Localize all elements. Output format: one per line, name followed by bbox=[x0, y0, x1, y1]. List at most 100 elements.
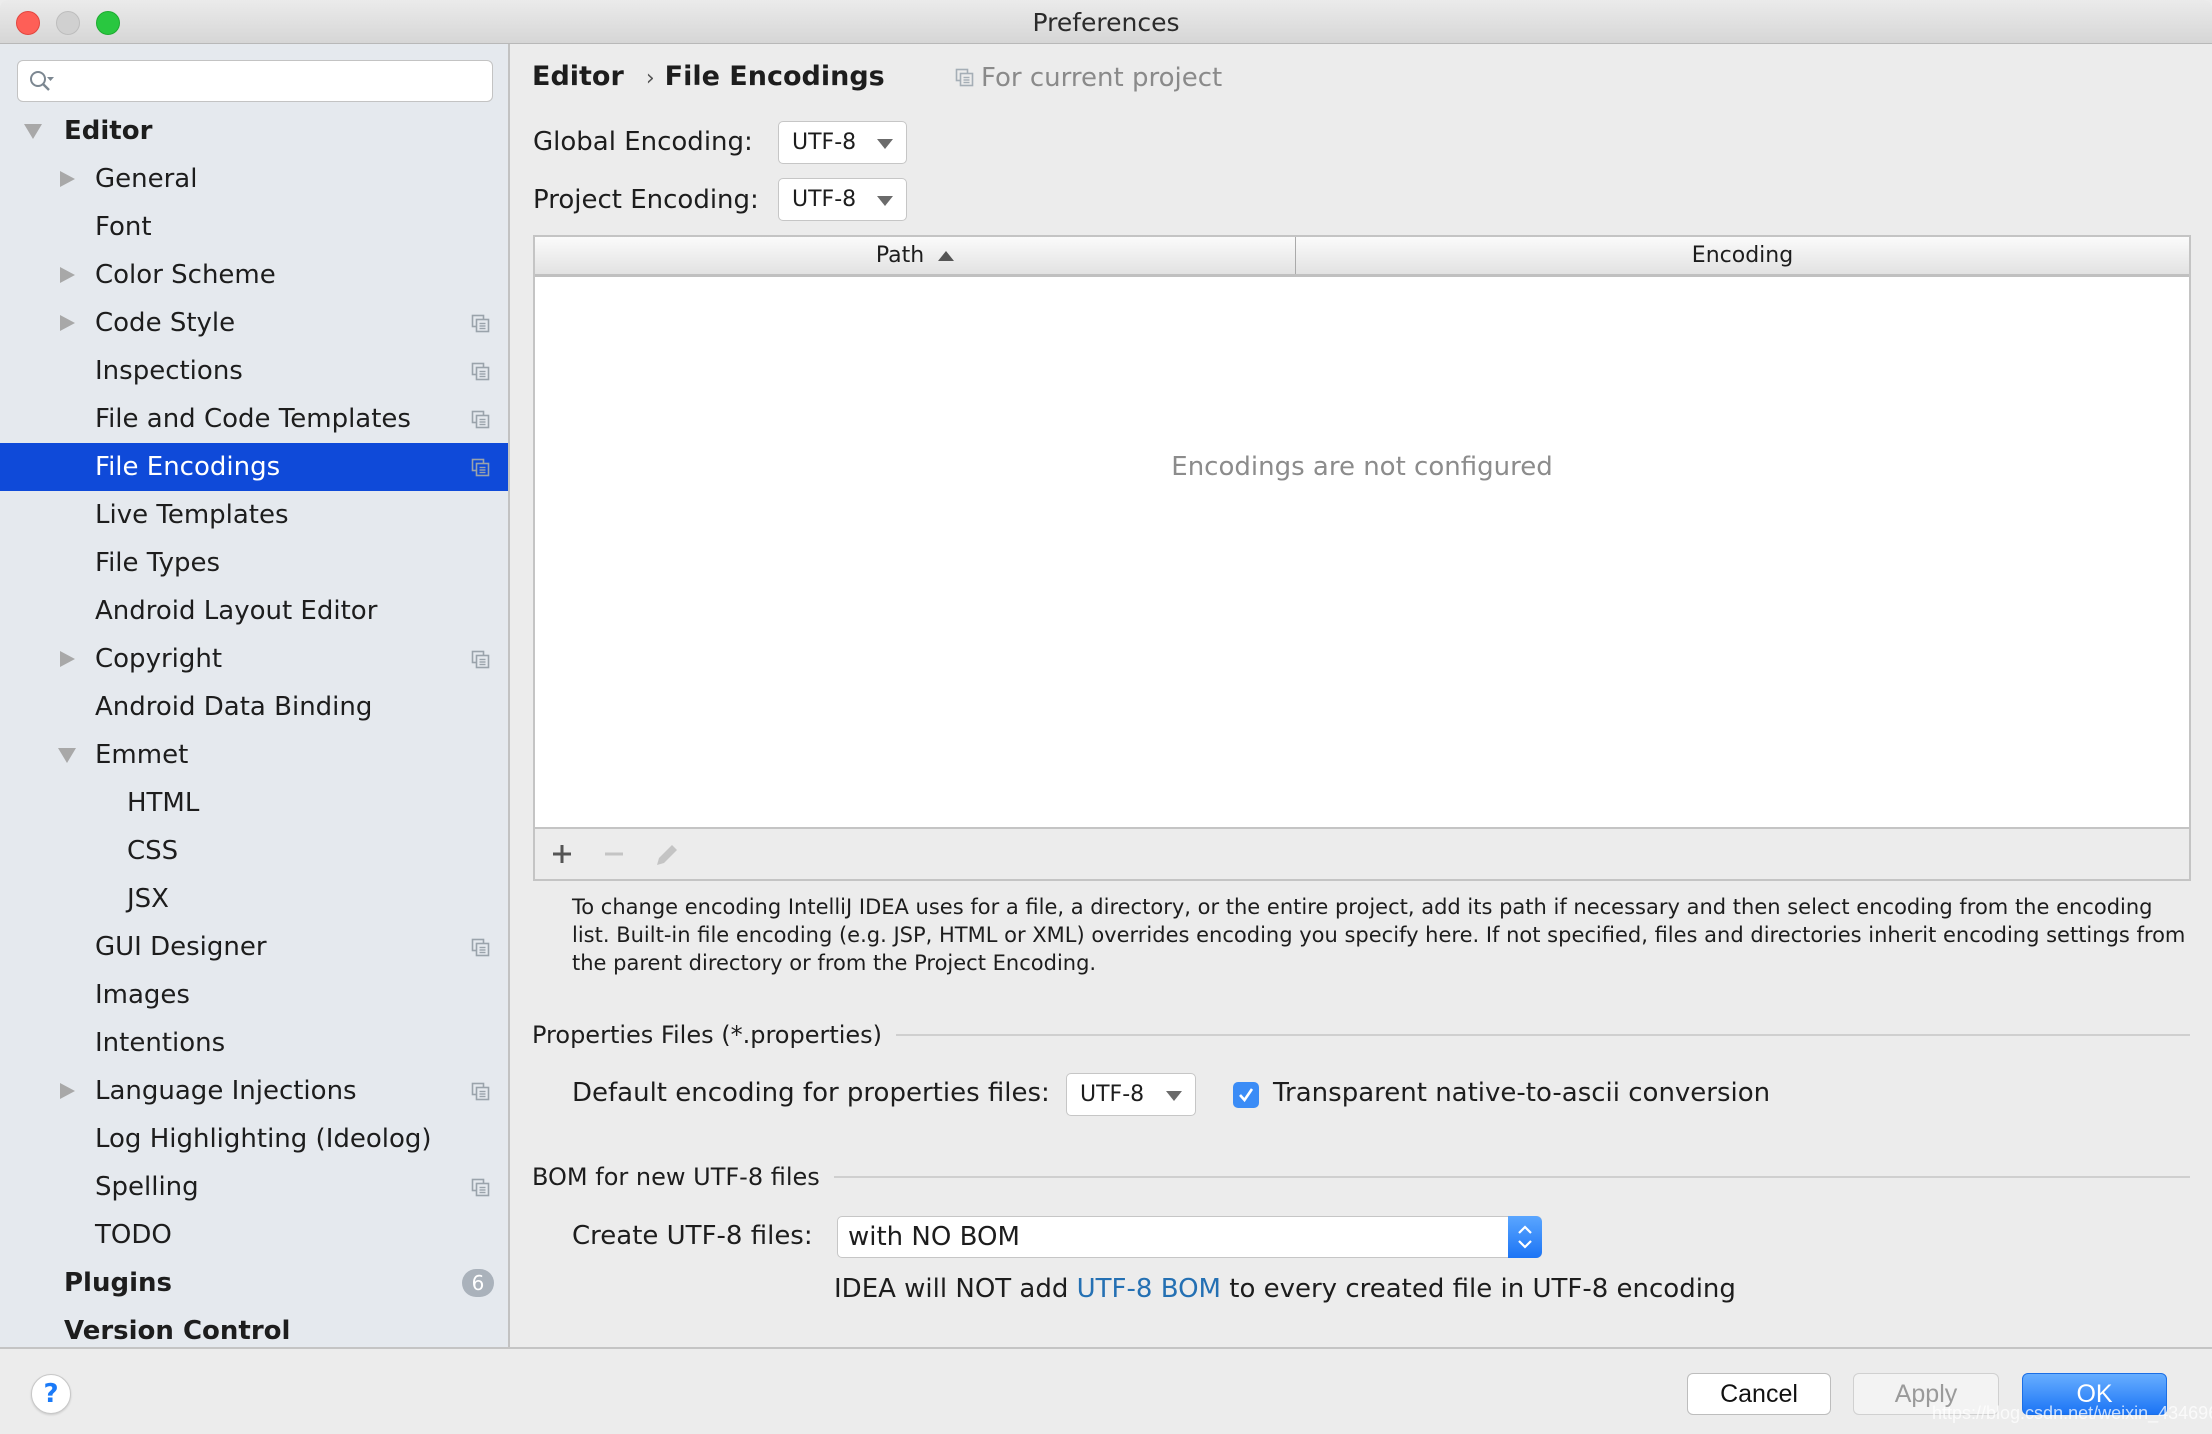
create-utf8-value: with NO BOM bbox=[848, 1222, 1020, 1252]
sidebar-item-language-injections[interactable]: Language Injections bbox=[0, 1067, 508, 1115]
plugins-update-count-badge: 6 bbox=[462, 1269, 494, 1297]
column-header-encoding[interactable]: Encoding bbox=[1296, 237, 2189, 274]
expand-right-arrow-icon[interactable] bbox=[60, 1083, 75, 1099]
watermark: https://blog.csdn.net/weixin_43469680 bbox=[1932, 1403, 2212, 1423]
sort-ascending-icon bbox=[938, 250, 955, 261]
sidebar-item-label: Editor bbox=[64, 116, 153, 146]
sidebar-item-label: Color Scheme bbox=[95, 260, 276, 290]
remove-icon[interactable] bbox=[601, 841, 627, 867]
window-title: Preferences bbox=[1032, 8, 1180, 37]
sidebar-item-label: Images bbox=[95, 980, 190, 1010]
sidebar-item-jsx[interactable]: JSX bbox=[0, 875, 508, 923]
sidebar-item-label: File Encodings bbox=[95, 452, 281, 482]
chevron-down-icon bbox=[877, 196, 893, 206]
expand-right-arrow-icon[interactable] bbox=[60, 651, 75, 667]
native-to-ascii-checkbox[interactable] bbox=[1233, 1082, 1259, 1108]
edit-pencil-icon[interactable] bbox=[653, 841, 679, 867]
sidebar-item-general[interactable]: General bbox=[0, 155, 508, 203]
properties-section-title: Properties Files (*.properties) bbox=[532, 1021, 883, 1049]
create-utf8-select[interactable]: with NO BOM bbox=[837, 1216, 1542, 1258]
sidebar-item-intentions[interactable]: Intentions bbox=[0, 1019, 508, 1067]
sidebar-item-file-and-code-templates[interactable]: File and Code Templates bbox=[0, 395, 508, 443]
breadcrumb-editor: Editor bbox=[532, 61, 624, 92]
sidebar-item-label: HTML bbox=[127, 788, 200, 818]
sidebar-item-label: Inspections bbox=[95, 356, 243, 386]
settings-tree: Editor General Font Color Scheme Code Style I… bbox=[0, 107, 508, 1347]
search-icon bbox=[30, 71, 54, 91]
sidebar-item-label: General bbox=[95, 164, 198, 194]
sidebar-item-inspections[interactable]: Inspections bbox=[0, 347, 508, 395]
checkmark-icon bbox=[1239, 1088, 1254, 1103]
column-header-path[interactable]: Path bbox=[535, 237, 1296, 274]
sidebar-item-version-control[interactable]: Version Control bbox=[0, 1307, 508, 1347]
native-to-ascii-label[interactable]: Transparent native-to-ascii conversion bbox=[1273, 1078, 1770, 1108]
project-scope-icon bbox=[471, 938, 490, 957]
settings-search-input[interactable] bbox=[17, 60, 493, 102]
sidebar-item-file-encodings[interactable]: File Encodings bbox=[0, 443, 508, 491]
sidebar-item-todo[interactable]: TODO bbox=[0, 1211, 508, 1259]
sidebar-item-gui-designer[interactable]: GUI Designer bbox=[0, 923, 508, 971]
global-encoding-dropdown[interactable]: UTF-8 bbox=[778, 121, 907, 164]
preferences-window: Preferences Editor General Font Color Schem… bbox=[0, 0, 2212, 1434]
scope-note-text: For current project bbox=[981, 63, 1223, 93]
sidebar-item-android-layout-editor[interactable]: Android Layout Editor bbox=[0, 587, 508, 635]
encoding-help-text: To change encoding IntelliJ IDEA uses fo… bbox=[572, 895, 2186, 975]
help-button[interactable]: ? bbox=[31, 1374, 71, 1414]
expand-down-arrow-icon[interactable] bbox=[58, 748, 76, 763]
properties-encoding-dropdown[interactable]: UTF-8 bbox=[1066, 1073, 1196, 1116]
column-header-path-label: Path bbox=[875, 243, 925, 268]
project-scope-icon bbox=[471, 362, 490, 381]
sidebar-item-label: Emmet bbox=[95, 740, 189, 770]
sidebar-item-android-data-binding[interactable]: Android Data Binding bbox=[0, 683, 508, 731]
expand-right-arrow-icon[interactable] bbox=[60, 171, 75, 187]
sidebar-item-emmet[interactable]: Emmet bbox=[0, 731, 508, 779]
properties-default-encoding-label: Default encoding for properties files: bbox=[572, 1078, 1050, 1108]
project-encoding-dropdown[interactable]: UTF-8 bbox=[778, 178, 907, 221]
breadcrumb: Editor › File Encodings bbox=[532, 61, 885, 92]
sidebar-item-editor[interactable]: Editor bbox=[0, 107, 508, 155]
project-encoding-value: UTF-8 bbox=[792, 187, 857, 212]
expand-right-arrow-icon[interactable] bbox=[60, 267, 75, 283]
expand-down-arrow-icon[interactable] bbox=[24, 124, 42, 139]
sidebar-item-label: Code Style bbox=[95, 308, 236, 338]
bom-section-title: BOM for new UTF-8 files bbox=[532, 1163, 820, 1191]
project-scope-icon bbox=[471, 1082, 490, 1101]
sidebar-item-live-templates[interactable]: Live Templates bbox=[0, 491, 508, 539]
sidebar-item-html[interactable]: HTML bbox=[0, 779, 508, 827]
expand-right-arrow-icon[interactable] bbox=[60, 315, 75, 331]
encodings-table: Path Encoding Encodings are not configur… bbox=[533, 235, 2191, 881]
sidebar-item-label: GUI Designer bbox=[95, 932, 267, 962]
sidebar-item-font[interactable]: Font bbox=[0, 203, 508, 251]
sidebar-item-label: Log Highlighting (Ideolog) bbox=[95, 1124, 432, 1154]
sidebar-item-label: TODO bbox=[95, 1220, 172, 1250]
sidebar-item-label: Intentions bbox=[95, 1028, 226, 1058]
settings-sidebar: Editor General Font Color Scheme Code Style I… bbox=[0, 44, 510, 1347]
global-encoding-value: UTF-8 bbox=[792, 130, 857, 155]
breadcrumb-file-encodings: File Encodings bbox=[664, 61, 885, 92]
sidebar-item-code-style[interactable]: Code Style bbox=[0, 299, 508, 347]
bom-note-prefix: IDEA will NOT add bbox=[834, 1274, 1077, 1304]
sidebar-item-copyright[interactable]: Copyright bbox=[0, 635, 508, 683]
sidebar-item-color-scheme[interactable]: Color Scheme bbox=[0, 251, 508, 299]
sidebar-item-log-highlighting-ideolog[interactable]: Log Highlighting (Ideolog) bbox=[0, 1115, 508, 1163]
utf8-bom-link[interactable]: UTF-8 BOM bbox=[1077, 1274, 1221, 1304]
project-scope-icon bbox=[471, 314, 490, 333]
sidebar-item-label: CSS bbox=[127, 836, 179, 866]
sidebar-item-label: File and Code Templates bbox=[95, 404, 411, 434]
sidebar-item-images[interactable]: Images bbox=[0, 971, 508, 1019]
dialog-footer: ? Cancel Apply OK https://blog.csdn.net/… bbox=[0, 1347, 2212, 1434]
sidebar-item-file-types[interactable]: File Types bbox=[0, 539, 508, 587]
title-bar: Preferences bbox=[0, 0, 2212, 44]
sidebar-item-css[interactable]: CSS bbox=[0, 827, 508, 875]
section-divider bbox=[833, 1176, 2190, 1178]
column-header-encoding-label: Encoding bbox=[1691, 243, 1794, 268]
sidebar-item-plugins[interactable]: Plugins 6 bbox=[0, 1259, 508, 1307]
select-stepper[interactable] bbox=[1508, 1216, 1542, 1258]
sidebar-item-label: Language Injections bbox=[95, 1076, 357, 1106]
sidebar-item-label: Plugins bbox=[64, 1268, 172, 1298]
up-down-chevron-icon bbox=[1518, 1225, 1532, 1249]
add-icon[interactable] bbox=[549, 841, 575, 867]
bom-note: IDEA will NOT add UTF-8 BOM to every cre… bbox=[834, 1274, 1736, 1304]
sidebar-item-spelling[interactable]: Spelling bbox=[0, 1163, 508, 1211]
cancel-button[interactable]: Cancel bbox=[1687, 1373, 1831, 1415]
